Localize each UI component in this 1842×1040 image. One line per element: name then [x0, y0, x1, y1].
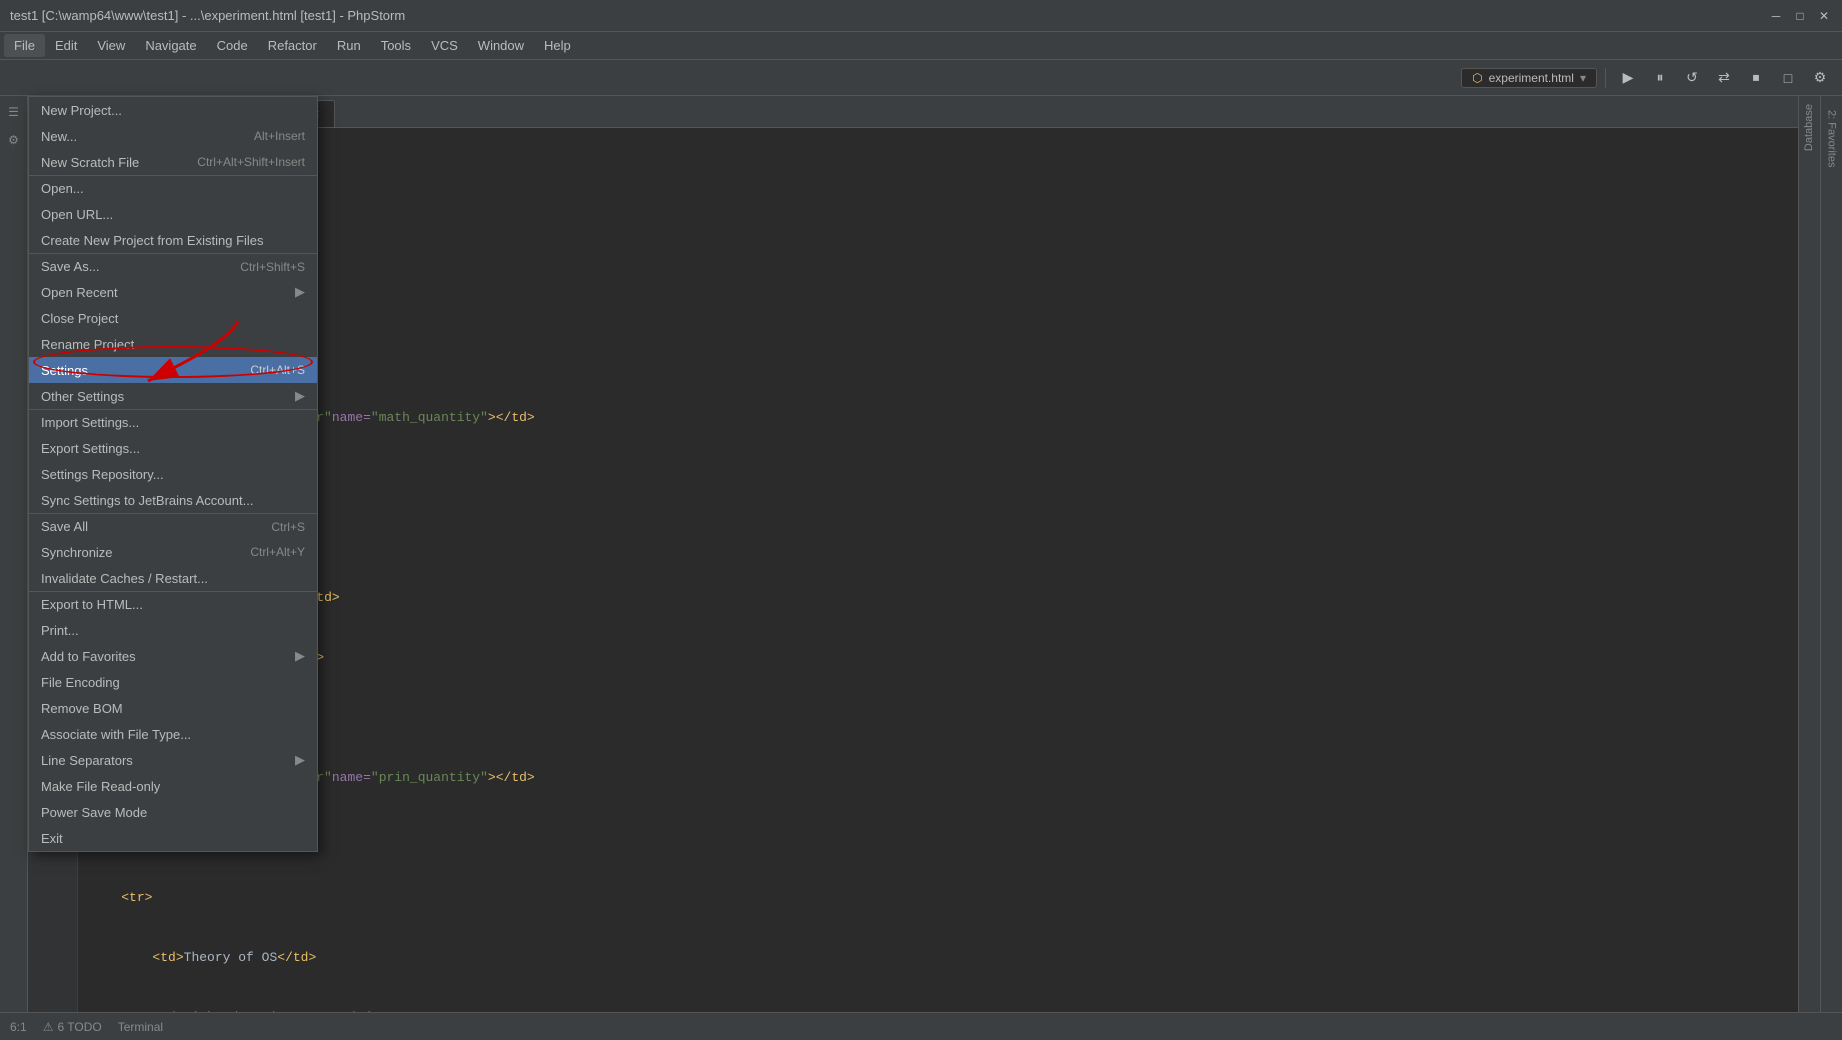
run-button[interactable]: ▶: [1614, 64, 1642, 92]
code-line-38: <td>$10</td>: [90, 708, 1786, 728]
menu-item-open-url[interactable]: Open URL...: [29, 201, 317, 227]
menu-item-open[interactable]: Open...: [29, 175, 317, 201]
code-line-37: <td>Science press</td>: [90, 648, 1786, 668]
cursor-position: 6:1: [10, 1020, 27, 1034]
code-line-34: </tr>: [90, 468, 1786, 488]
code-line-40: </tr>: [90, 828, 1786, 848]
menu-item-settings[interactable]: Settings... Ctrl+Alt+S: [29, 357, 317, 383]
menu-item-invalidate-caches[interactable]: Invalidate Caches / Restart...: [29, 565, 317, 591]
settings-button[interactable]: ⚙: [1806, 64, 1834, 92]
reload-button[interactable]: ↺: [1678, 64, 1706, 92]
menu-item-exit[interactable]: Exit: [29, 825, 317, 851]
menu-item-new[interactable]: New... Alt+Insert: [29, 123, 317, 149]
layout-button[interactable]: □: [1774, 64, 1802, 92]
menu-item-power-save-mode[interactable]: Power Save Mode: [29, 799, 317, 825]
menu-item-save-as[interactable]: Save As... Ctrl+Shift+S: [29, 253, 317, 279]
menu-refactor[interactable]: Refactor: [258, 34, 327, 57]
minimize-button[interactable]: ─: [1768, 8, 1784, 24]
code-line-35: <tr>: [90, 528, 1786, 548]
menu-item-save-all[interactable]: Save All Ctrl+S: [29, 513, 317, 539]
current-file-label[interactable]: ⬡ experiment.html ▾: [1461, 68, 1597, 88]
menu-view[interactable]: View: [87, 34, 135, 57]
header-toolbar: ⬡ experiment.html ▾ ▶ ⏸ ↺ ⇄ ⏹ □ ⚙: [0, 60, 1842, 96]
menu-window[interactable]: Window: [468, 34, 534, 57]
status-cursor: 6:1: [10, 1020, 27, 1034]
menu-item-remove-bom[interactable]: Remove BOM: [29, 695, 317, 721]
menu-item-import-settings[interactable]: Import Settings...: [29, 409, 317, 435]
maximize-button[interactable]: □: [1792, 8, 1808, 24]
left-sidebar: ☰ ⚙: [0, 96, 28, 1012]
code-line-43: <td>High education press</td>: [90, 1008, 1786, 1012]
menu-item-export-settings[interactable]: Export Settings...: [29, 435, 317, 461]
menu-item-close-project[interactable]: Close Project: [29, 305, 317, 331]
status-todo[interactable]: ⚠ 6 TODO: [43, 1020, 102, 1034]
menu-item-synchronize[interactable]: Synchronize Ctrl+Alt+Y: [29, 539, 317, 565]
menu-item-add-to-favorites[interactable]: Add to Favorites ▶: [29, 643, 317, 669]
menu-navigate[interactable]: Navigate: [135, 34, 206, 57]
code-line-31: <td>ACM press</td>: [90, 288, 1786, 308]
code-line-41: <tr>: [90, 888, 1786, 908]
title-bar-controls: ─ □ ✕: [1768, 8, 1832, 24]
code-line-29: <tr>: [90, 168, 1786, 188]
status-bar: 6:1 ⚠ 6 TODO Terminal: [0, 1012, 1842, 1040]
menu-item-rename-project[interactable]: Rename Project: [29, 331, 317, 357]
separator: [1605, 68, 1606, 88]
menu-help[interactable]: Help: [534, 34, 581, 57]
menu-item-associate-file-type[interactable]: Associate with File Type...: [29, 721, 317, 747]
file-dropdown-menu: New Project... New... Alt+Insert New Scr…: [28, 96, 318, 852]
menu-item-other-settings[interactable]: Other Settings ▶: [29, 383, 317, 409]
close-button[interactable]: ✕: [1816, 8, 1832, 24]
file-icon: ⬡: [1472, 71, 1482, 85]
menu-item-new-project[interactable]: New Project...: [29, 97, 317, 123]
title-bar: test1 [C:\wamp64\www\test1] - ...\experi…: [0, 0, 1842, 32]
menu-edit[interactable]: Edit: [45, 34, 87, 57]
code-editor[interactable]: <tr> <td>mathematics</td> <td>ACM press<…: [78, 128, 1798, 1012]
menu-item-settings-repository[interactable]: Settings Repository...: [29, 461, 317, 487]
database-tab[interactable]: Database: [1799, 96, 1820, 159]
menu-vcs[interactable]: VCS: [421, 34, 468, 57]
menu-item-line-separators[interactable]: Line Separators ▶: [29, 747, 317, 773]
terminal-label: Terminal: [118, 1020, 163, 1034]
menu-run[interactable]: Run: [327, 34, 371, 57]
menu-item-create-from-existing[interactable]: Create New Project from Existing Files: [29, 227, 317, 253]
menu-item-export-html[interactable]: Export to HTML...: [29, 591, 317, 617]
code-line-30: <td>mathematics</td>: [90, 228, 1786, 248]
menu-tools[interactable]: Tools: [371, 34, 421, 57]
left-btn-2[interactable]: ⚙: [2, 128, 26, 152]
code-line-33: <td><input type="number" name="math_quan…: [90, 408, 1786, 428]
menu-item-file-encoding[interactable]: File Encoding: [29, 669, 317, 695]
stop-button[interactable]: ⏹: [1742, 64, 1770, 92]
code-line-42: <td>Theory of OS</td>: [90, 948, 1786, 968]
code-line-36: <td>principle of OS</td>: [90, 588, 1786, 608]
menu-bar: File Edit View Navigate Code Refactor Ru…: [0, 32, 1842, 60]
menu-code[interactable]: Code: [207, 34, 258, 57]
menu-item-print[interactable]: Print...: [29, 617, 317, 643]
right-sidebar: Database: [1798, 96, 1820, 1012]
file-dropdown-icon[interactable]: ▾: [1580, 71, 1586, 85]
window-title: test1 [C:\wamp64\www\test1] - ...\experi…: [10, 8, 405, 23]
file-name: experiment.html: [1489, 71, 1574, 85]
menu-item-make-read-only[interactable]: Make File Read-only: [29, 773, 317, 799]
step-button[interactable]: ⇄: [1710, 64, 1738, 92]
status-terminal[interactable]: Terminal: [118, 1020, 163, 1034]
debug-button[interactable]: ⏸: [1646, 64, 1674, 92]
menu-item-open-recent[interactable]: Open Recent ▶: [29, 279, 317, 305]
menu-file[interactable]: File: [4, 34, 45, 57]
todo-count: 6 TODO: [57, 1020, 101, 1034]
code-line-39: <td><input type="number" name="prin_quan…: [90, 768, 1786, 788]
menu-item-new-scratch-file[interactable]: New Scratch File Ctrl+Alt+Shift+Insert: [29, 149, 317, 175]
menu-item-sync-settings[interactable]: Sync Settings to JetBrains Account...: [29, 487, 317, 513]
todo-icon: ⚠: [43, 1020, 54, 1034]
left-btn-1[interactable]: ☰: [2, 100, 26, 124]
code-line-32: <td>$6.2</td>: [90, 348, 1786, 368]
favorites-tab[interactable]: 2: Favorites: [1823, 104, 1841, 173]
